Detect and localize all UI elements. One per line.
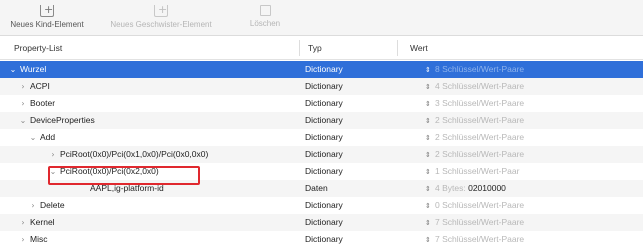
add-sibling-label: Neues Geschwister-Element — [110, 20, 212, 29]
disclosure-expanded-icon[interactable]: ⌄ — [28, 129, 38, 146]
column-header-key[interactable]: Property-List — [14, 36, 62, 60]
row-key: Add — [40, 132, 56, 142]
plist-outline: ⌄ Wurzel Dictionary ⇕ 8 Schlüssel/Wert-Paare… — [0, 61, 643, 248]
table-row[interactable]: ⌄ DeviceProperties Dictionary ⇕ 2 Schlüssel/… — [0, 112, 643, 129]
disclosure-collapsed-icon[interactable]: › — [18, 78, 28, 95]
row-value-cell[interactable]: ⇕ 3 Schlüssel/Wert-Paare — [425, 95, 643, 112]
row-value-cell[interactable]: ⇕ 1 Schlüssel/Wert-Paar — [425, 163, 643, 180]
highlight-box — [48, 166, 200, 185]
row-type[interactable]: Dictionary — [305, 78, 395, 95]
row-value: 8 Schlüssel/Wert-Paare — [435, 64, 525, 74]
add-child-icon: + — [40, 4, 54, 17]
table-row[interactable]: › Misc Dictionary ⇕ 7 Schlüssel/Wert-Paare — [0, 231, 643, 248]
row-value-cell[interactable]: ⇕ 7 Schlüssel/Wert-Paare — [425, 214, 643, 231]
row-key: Delete — [40, 200, 65, 210]
type-stepper-icon[interactable]: ⇕ — [425, 96, 435, 113]
row-value: 02010000 — [468, 183, 506, 193]
row-value-cell[interactable]: ⇕ 0 Schlüssel/Wert-Paare — [425, 197, 643, 214]
row-key-cell[interactable]: › Misc — [0, 231, 298, 248]
table-row[interactable]: ⌄ Add Dictionary ⇕ 2 Schlüssel/Wert-Paare — [0, 129, 643, 146]
row-key: Booter — [30, 98, 56, 108]
table-row[interactable]: › Booter Dictionary ⇕ 3 Schlüssel/Wert-Paare — [0, 95, 643, 112]
row-value-cell[interactable]: ⇕ 4 Schlüssel/Wert-Paare — [425, 78, 643, 95]
type-stepper-icon[interactable]: ⇕ — [425, 147, 435, 164]
row-value: 4 Schlüssel/Wert-Paare — [435, 81, 525, 91]
row-key-cell[interactable]: ⌄ Add — [0, 129, 298, 146]
type-stepper-icon[interactable]: ⇕ — [425, 232, 435, 249]
trash-icon — [259, 5, 271, 16]
row-type[interactable]: Dictionary — [305, 95, 395, 112]
row-key: ACPI — [30, 81, 50, 91]
row-type[interactable]: Dictionary — [305, 214, 395, 231]
row-type[interactable]: Dictionary — [305, 197, 395, 214]
row-key-cell[interactable]: › Kernel — [0, 214, 298, 231]
row-key-cell[interactable]: › PciRoot(0x0)/Pci(0x1,0x0)/Pci(0x0,0x0) — [0, 146, 298, 163]
row-value-cell[interactable]: ⇕ 2 Schlüssel/Wert-Paare — [425, 129, 643, 146]
add-sibling-icon: + — [154, 4, 168, 17]
row-value: 7 Schlüssel/Wert-Paare — [435, 217, 525, 227]
add-child-button[interactable]: + Neues Kind-Element — [8, 0, 86, 36]
row-value: 0 Schlüssel/Wert-Paare — [435, 200, 525, 210]
row-key: Kernel — [30, 217, 55, 227]
row-key-cell[interactable]: ⌄ DeviceProperties — [0, 112, 298, 129]
row-key-cell[interactable]: › Delete — [0, 197, 298, 214]
toolbar: + Neues Kind-Element + Neues Geschwister… — [0, 0, 643, 36]
row-type[interactable]: Dictionary — [305, 112, 395, 129]
row-type[interactable]: Dictionary — [305, 146, 395, 163]
type-stepper-icon[interactable]: ⇕ — [425, 79, 435, 96]
row-type[interactable]: Dictionary — [305, 129, 395, 146]
column-header: Property-List Typ Wert — [0, 36, 643, 60]
row-key: Wurzel — [20, 64, 47, 74]
column-header-type[interactable]: Typ — [308, 36, 322, 60]
column-header-value[interactable]: Wert — [410, 36, 428, 60]
disclosure-expanded-icon[interactable]: ⌄ — [18, 112, 28, 129]
type-stepper-icon[interactable]: ⇕ — [425, 62, 435, 79]
table-row[interactable]: ⌄ Wurzel Dictionary ⇕ 8 Schlüssel/Wert-Paare — [0, 61, 643, 78]
type-stepper-icon[interactable]: ⇕ — [425, 215, 435, 232]
row-value-cell[interactable]: ⇕ 4 Bytes: 02010000 — [425, 180, 643, 197]
add-child-label: Neues Kind-Element — [10, 20, 84, 29]
row-value-cell[interactable]: ⇕ 2 Schlüssel/Wert-Paare — [425, 112, 643, 129]
row-key: DeviceProperties — [30, 115, 95, 125]
column-divider[interactable] — [299, 40, 300, 56]
row-key-cell[interactable]: ⌄ Wurzel — [0, 61, 298, 78]
column-divider[interactable] — [397, 40, 398, 56]
row-type[interactable]: Daten — [305, 180, 395, 197]
row-key: Misc — [30, 234, 48, 244]
type-stepper-icon[interactable]: ⇕ — [425, 113, 435, 130]
row-key-cell[interactable]: › ACPI — [0, 78, 298, 95]
row-key-cell[interactable]: › Booter — [0, 95, 298, 112]
row-type[interactable]: Dictionary — [305, 231, 395, 248]
disclosure-expanded-icon[interactable]: ⌄ — [8, 61, 18, 78]
disclosure-collapsed-icon[interactable]: › — [28, 197, 38, 214]
row-type[interactable]: Dictionary — [305, 163, 395, 180]
row-type[interactable]: Dictionary — [305, 61, 395, 78]
table-row[interactable]: › PciRoot(0x0)/Pci(0x1,0x0)/Pci(0x0,0x0) D… — [0, 146, 643, 163]
row-value-cell[interactable]: ⇕ 8 Schlüssel/Wert-Paare — [425, 61, 643, 78]
table-row[interactable]: › Kernel Dictionary ⇕ 7 Schlüssel/Wert-Paare — [0, 214, 643, 231]
type-stepper-icon[interactable]: ⇕ — [425, 130, 435, 147]
delete-label: Löschen — [249, 19, 281, 28]
type-stepper-icon[interactable]: ⇕ — [425, 181, 435, 198]
table-row[interactable]: › Delete Dictionary ⇕ 0 Schlüssel/Wert-Paare — [0, 197, 643, 214]
add-sibling-button[interactable]: + Neues Geschwister-Element — [92, 0, 230, 36]
row-value: 7 Schlüssel/Wert-Paare — [435, 234, 525, 244]
table-row[interactable]: › ACPI Dictionary ⇕ 4 Schlüssel/Wert-Paare — [0, 78, 643, 95]
row-value: 2 Schlüssel/Wert-Paare — [435, 115, 525, 125]
type-stepper-icon[interactable]: ⇕ — [425, 164, 435, 181]
row-value-prefix: 4 Bytes: — [435, 183, 466, 193]
disclosure-collapsed-icon[interactable]: › — [18, 231, 28, 248]
disclosure-collapsed-icon[interactable]: › — [18, 214, 28, 231]
row-value: 3 Schlüssel/Wert-Paare — [435, 98, 525, 108]
row-value-cell[interactable]: ⇕ 2 Schlüssel/Wert-Paare — [425, 146, 643, 163]
row-value: 1 Schlüssel/Wert-Paar — [435, 166, 520, 176]
row-value: 2 Schlüssel/Wert-Paare — [435, 132, 525, 142]
delete-button[interactable]: Löschen — [236, 0, 294, 36]
type-stepper-icon[interactable]: ⇕ — [425, 198, 435, 215]
row-value: 2 Schlüssel/Wert-Paare — [435, 149, 525, 159]
disclosure-collapsed-icon[interactable]: › — [18, 95, 28, 112]
disclosure-collapsed-icon[interactable]: › — [48, 146, 58, 163]
row-value-cell[interactable]: ⇕ 7 Schlüssel/Wert-Paare — [425, 231, 643, 248]
row-key: PciRoot(0x0)/Pci(0x1,0x0)/Pci(0x0,0x0) — [60, 149, 209, 159]
